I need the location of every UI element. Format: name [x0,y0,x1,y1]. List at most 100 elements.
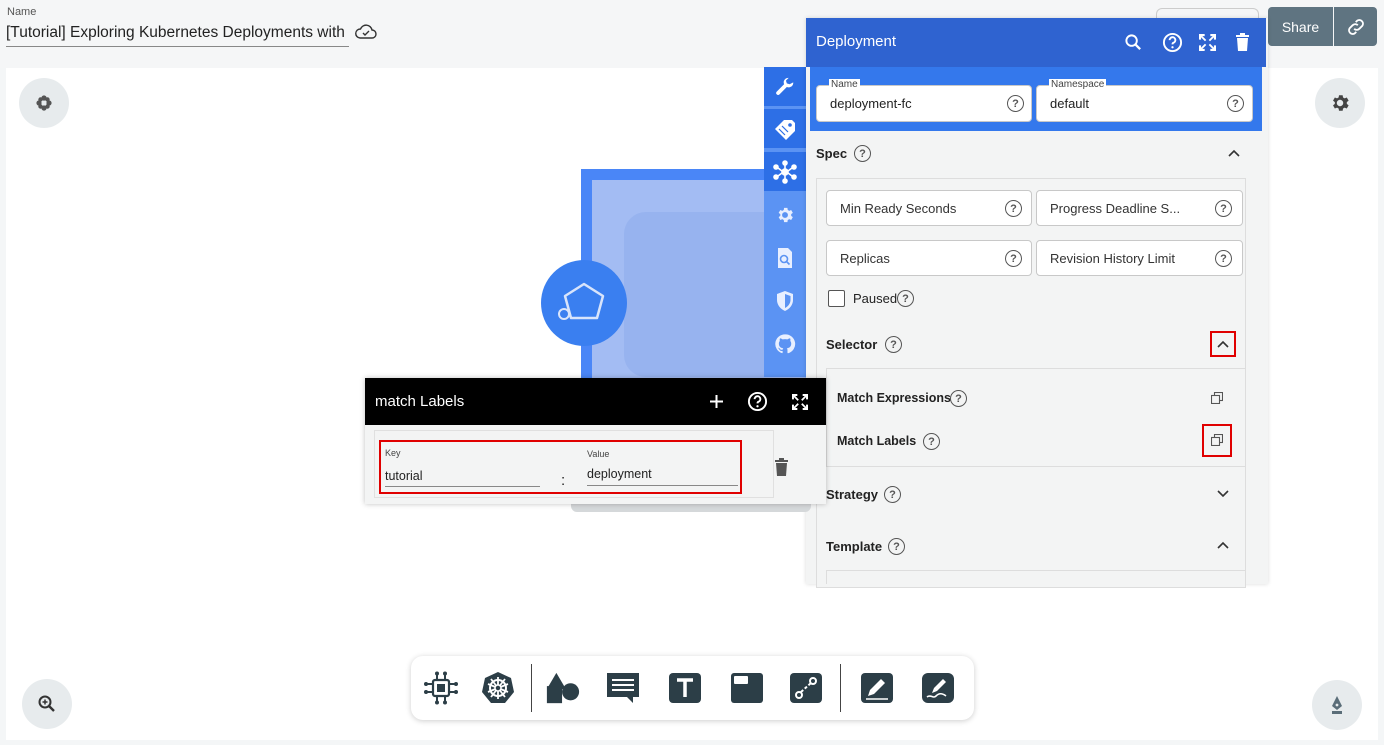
template-section [826,570,1246,584]
paused-label: Paused [853,291,898,306]
strip-inspect-button[interactable] [764,238,806,277]
name-field[interactable]: Name deployment-fc ? [816,79,1032,122]
name-label: Name [7,6,37,18]
toolbar-kubernetes-button[interactable] [480,670,516,706]
strip-gear-button[interactable] [764,195,806,234]
toolbar-section-button[interactable] [729,670,765,706]
template-help-icon[interactable]: ? [888,538,905,555]
fullscreen-icon [1198,33,1216,51]
revision-history-label: Revision History Limit [1050,251,1175,266]
toolbar-separator [840,664,841,712]
canvas-menu-button[interactable] [19,78,69,128]
replicas-help-icon[interactable]: ? [1005,250,1022,267]
selector-chevron-up-icon [1217,340,1229,348]
toolbar-separator [531,664,532,712]
replicas-label: Replicas [840,251,890,266]
revision-history-help-icon[interactable]: ? [1215,250,1232,267]
side-tool-strip [764,67,806,377]
pen-icon [861,673,893,703]
zoom-button[interactable] [22,679,72,729]
namespace-field[interactable]: Namespace default ? [1036,79,1253,122]
revision-history-field[interactable]: Revision History Limit ? [1036,240,1243,276]
cloud-saved-icon [355,24,377,39]
selector-collapse-button[interactable] [1210,331,1236,357]
bottom-toolbar [411,656,974,720]
network-icon [773,159,797,184]
panel-help-button[interactable] [1161,31,1183,53]
value-input[interactable]: deployment [587,467,738,486]
toolbar-components-button[interactable] [423,670,459,706]
selector-help-icon[interactable]: ? [885,336,902,353]
wrench-icon [776,77,794,95]
panel-search-button[interactable] [1122,31,1144,53]
gear-icon [778,207,793,222]
toolbar-connector-button[interactable] [788,670,824,706]
toolbar-shapes-button[interactable] [545,670,581,706]
popup-help-icon[interactable] [747,391,768,412]
name-field-value: deployment-fc [830,96,912,111]
panel-delete-button[interactable] [1231,31,1253,53]
section-icon [731,673,763,703]
toolbar-text-button[interactable] [667,670,703,706]
panel-fullscreen-button[interactable] [1196,31,1218,53]
match-expressions-help-icon[interactable]: ? [950,390,967,407]
strip-wrench-button[interactable] [764,67,806,106]
connector-icon [790,673,822,703]
namespace-field-value: default [1050,96,1090,111]
match-labels-help-icon[interactable]: ? [923,433,940,450]
match-labels-label: Match Labels [837,434,917,448]
spec-help-icon[interactable]: ? [854,145,871,162]
delete-label-icon[interactable] [774,458,789,476]
replicas-field[interactable]: Replicas ? [826,240,1032,276]
panel-header: Deployment [806,18,1266,67]
deployment-node-badge[interactable] [541,260,627,346]
tag-icon [775,119,795,140]
copy-link-button[interactable] [1334,7,1377,46]
strategy-chevron-down-icon[interactable] [1216,487,1230,501]
value-field-label: Value [587,449,610,459]
spec-chevron-up-icon[interactable] [1227,146,1241,160]
progress-deadline-field[interactable]: Progress Deadline S... ? [1036,190,1243,226]
strip-security-button[interactable] [764,281,806,320]
toolbar-comment-button[interactable] [605,670,641,706]
gear-icon [1333,95,1349,111]
search-icon [1124,33,1141,50]
name-help-icon[interactable]: ? [1007,95,1024,112]
strip-github-button[interactable] [764,324,806,363]
paused-help-icon[interactable]: ? [897,290,914,307]
progress-deadline-help-icon[interactable]: ? [1215,200,1232,217]
pen-nib-icon [1332,696,1342,714]
key-field-label: Key [385,448,401,458]
popup-shadow [571,504,811,512]
match-labels-open-button[interactable] [1202,424,1232,457]
toolbar-pen-button[interactable] [859,670,895,706]
comment-icon [607,673,639,703]
canvas-settings-button[interactable] [1315,78,1365,128]
key-input[interactable]: tutorial [385,469,540,487]
paused-checkbox[interactable] [828,290,845,307]
strip-network-button[interactable] [764,152,806,191]
design-name-input[interactable]: [Tutorial] Exploring Kubernetes Deployme… [6,24,349,47]
min-ready-help-icon[interactable]: ? [1005,200,1022,217]
min-ready-seconds-field[interactable]: Min Ready Seconds ? [826,190,1032,226]
match-expressions-copy-icon[interactable] [1211,392,1223,404]
metadata-section: Name deployment-fc ? Namespace default ? [810,67,1262,131]
progress-deadline-label: Progress Deadline S... [1050,201,1181,216]
help-icon [1162,32,1182,52]
popup-fullscreen-icon[interactable] [792,394,808,410]
node-port-dot[interactable] [558,308,570,320]
pen-tool-button[interactable] [1312,680,1362,730]
template-label: Template [826,539,883,554]
freehand-icon [922,673,954,703]
share-button[interactable]: Share [1268,7,1333,46]
add-label-icon[interactable] [709,394,724,409]
selector-section [826,368,1246,467]
namespace-help-icon[interactable]: ? [1227,95,1244,112]
strategy-help-icon[interactable]: ? [884,486,901,503]
search-doc-icon [778,247,792,268]
strip-tag-button[interactable] [764,109,806,148]
match-expressions-label: Match Expressions [837,391,951,405]
template-chevron-up-icon[interactable] [1216,538,1230,552]
link-icon [1347,18,1364,35]
toolbar-freehand-button[interactable] [920,670,956,706]
